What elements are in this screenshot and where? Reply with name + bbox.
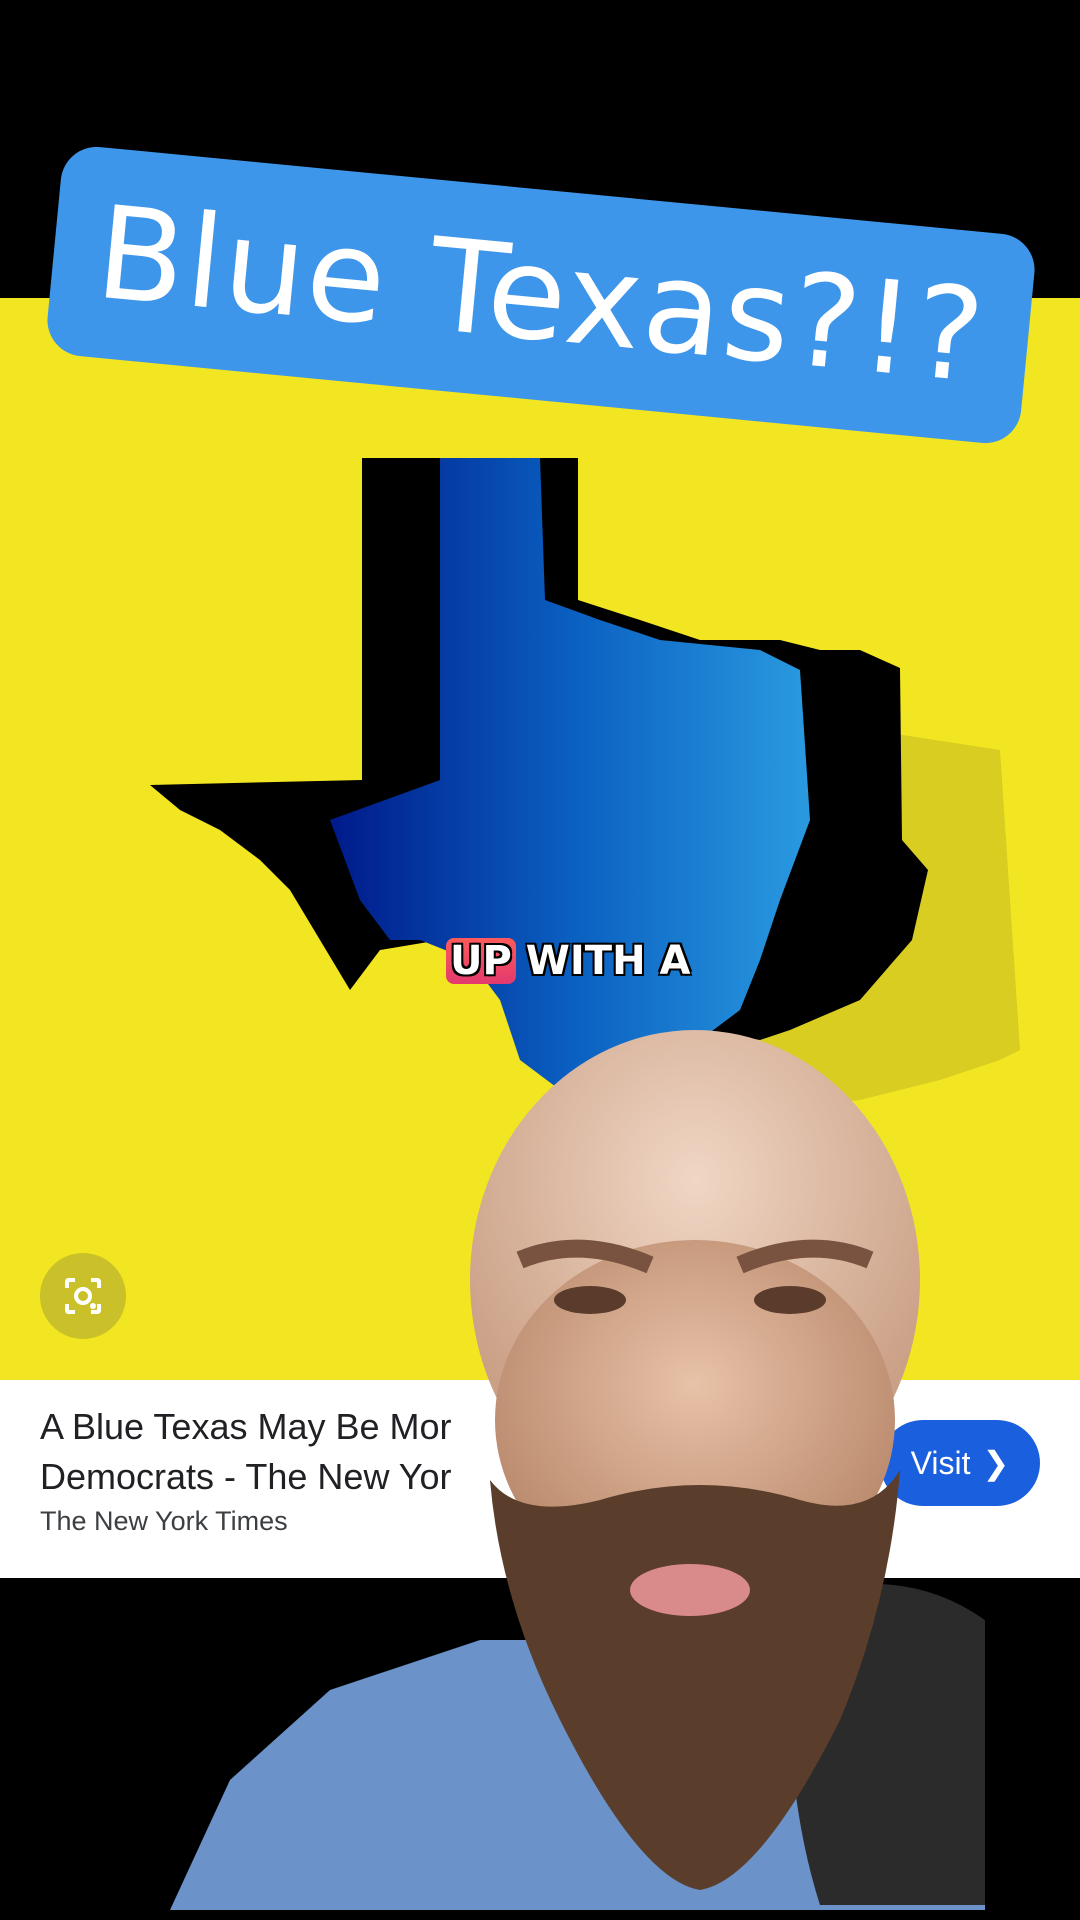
presenter-video-overlay: [170, 1030, 985, 1910]
